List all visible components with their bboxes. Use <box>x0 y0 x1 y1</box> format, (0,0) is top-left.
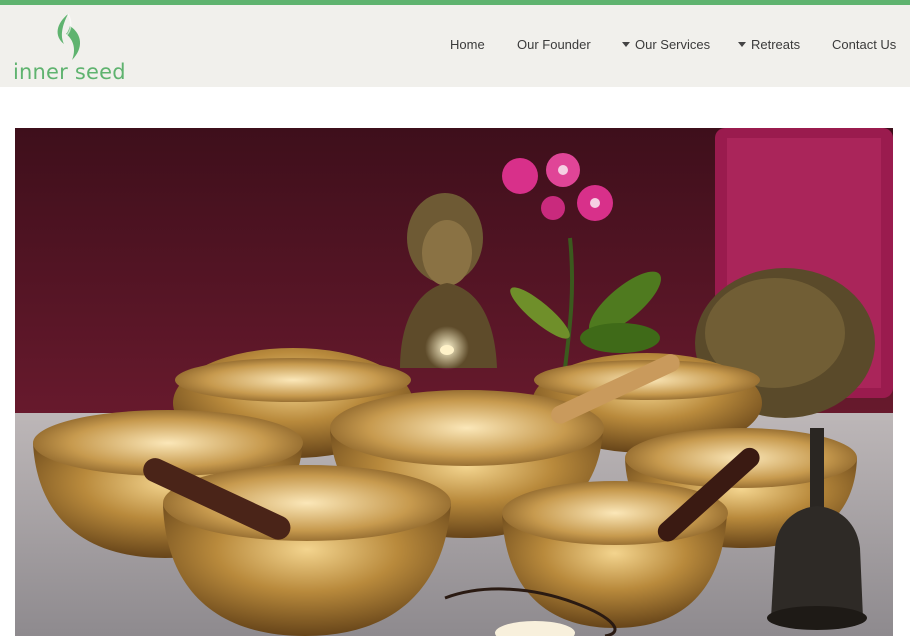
nav-item-label: Contact Us <box>832 37 897 52</box>
nav-item-our-founder[interactable]: Our Founder <box>517 37 591 52</box>
nav-item-label: Our Services <box>635 37 711 52</box>
nav-item-our-services[interactable]: Our Services <box>622 37 710 52</box>
nav-item-contact-us[interactable]: Contact Us <box>832 37 896 52</box>
nav-item-label: Retreats <box>751 37 801 52</box>
leaf-seed-icon <box>57 13 81 60</box>
brand-name: inner seed <box>13 60 126 84</box>
nav-item-home[interactable]: Home <box>450 37 485 52</box>
caret-down-icon <box>622 42 630 48</box>
nav-item-label: Home <box>450 37 485 52</box>
nav-item-retreats[interactable]: Retreats <box>738 37 800 52</box>
caret-down-icon <box>738 42 746 48</box>
singing-bowls-photo <box>15 128 893 636</box>
hero-image <box>15 128 893 636</box>
site-logo[interactable]: inner seed <box>13 12 126 88</box>
site-header: inner seed Home Our Founder Our Services… <box>0 5 910 87</box>
nav-item-label: Our Founder <box>517 37 591 52</box>
